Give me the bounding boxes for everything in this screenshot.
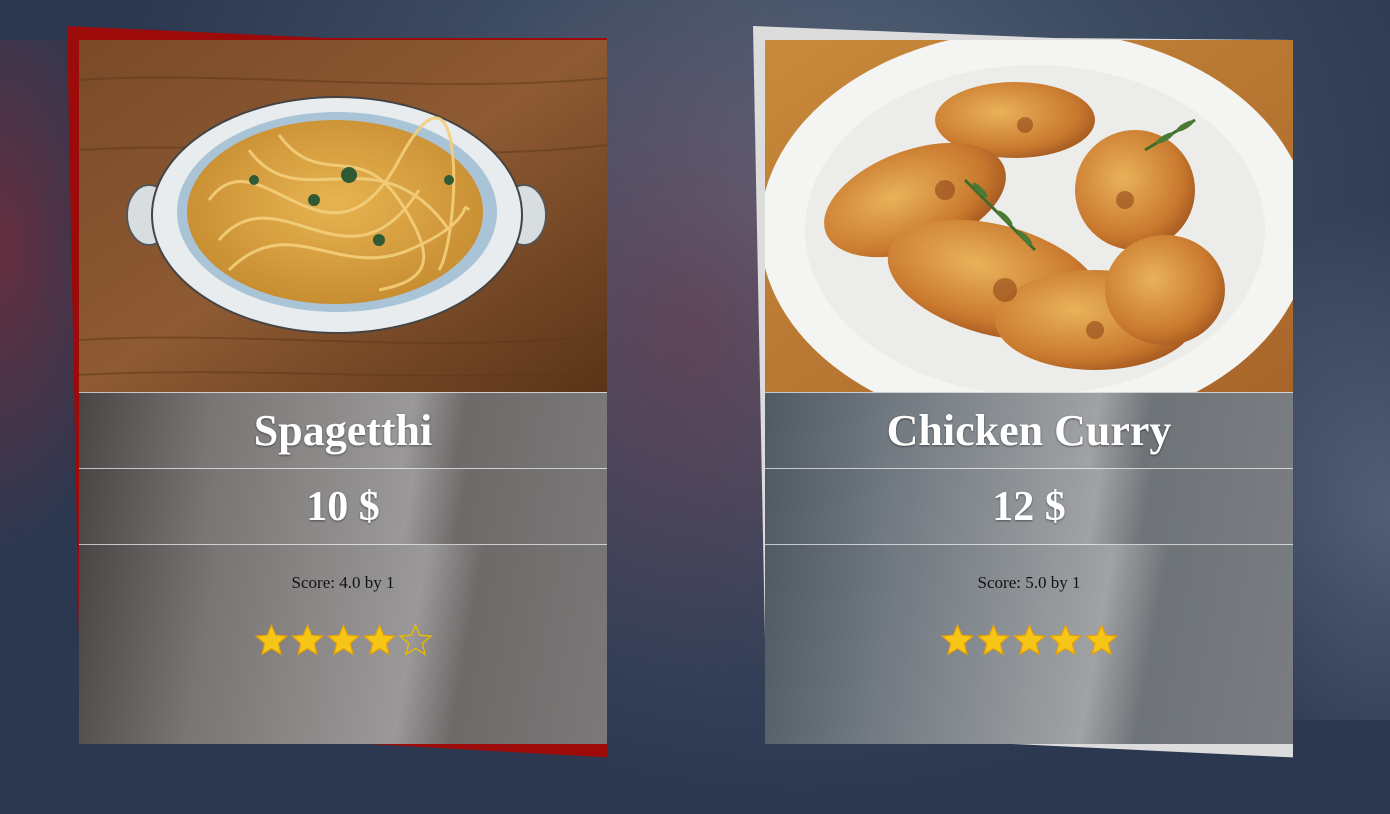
star-filled-icon[interactable]	[326, 623, 361, 658]
star-filled-icon[interactable]	[1084, 623, 1119, 658]
dish-card-spaghetti[interactable]: Spagetthi 10 $ Score: 4.0 by 1	[67, 26, 607, 758]
score-text: Score: 5.0 by 1	[977, 573, 1081, 592]
dish-card-body: Chicken Curry 12 $ Score: 5.0 by 1	[765, 40, 1293, 744]
dish-price: 12 $	[765, 468, 1293, 544]
spaghetti-bowl-photo	[79, 40, 607, 392]
star-filled-icon[interactable]	[1048, 623, 1083, 658]
chicken-plate-photo	[765, 40, 1293, 392]
star-rating[interactable]	[79, 623, 607, 658]
star-empty-icon[interactable]	[397, 623, 433, 658]
dish-card-body: Spagetthi 10 $ Score: 4.0 by 1	[79, 40, 607, 744]
dish-name: Spagetthi	[79, 392, 607, 468]
rating-section: Score: 4.0 by 1	[79, 544, 607, 744]
dish-photo-spaghetti[interactable]	[79, 40, 607, 392]
star-filled-icon[interactable]	[254, 623, 289, 658]
dish-photo-chicken-curry[interactable]	[765, 40, 1293, 392]
score-text: Score: 4.0 by 1	[291, 573, 395, 592]
dish-price: 10 $	[79, 468, 607, 544]
dish-name: Chicken Curry	[765, 392, 1293, 468]
rating-section: Score: 5.0 by 1	[765, 544, 1293, 744]
star-filled-icon[interactable]	[290, 623, 325, 658]
star-filled-icon[interactable]	[940, 623, 975, 658]
star-filled-icon[interactable]	[976, 623, 1011, 658]
star-filled-icon[interactable]	[1012, 623, 1047, 658]
dish-card-chicken-curry[interactable]: Chicken Curry 12 $ Score: 5.0 by 1	[753, 26, 1293, 758]
star-rating[interactable]	[765, 623, 1293, 658]
star-filled-icon[interactable]	[362, 623, 397, 658]
